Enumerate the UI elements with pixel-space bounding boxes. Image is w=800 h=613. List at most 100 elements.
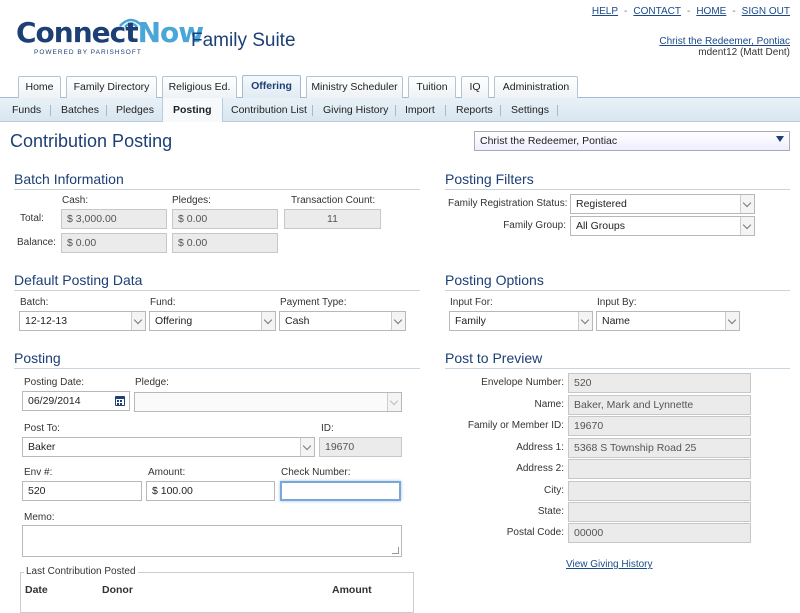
chevron-down-icon <box>740 217 754 235</box>
pledge-select[interactable] <box>134 392 402 412</box>
tab-tuition[interactable]: Tuition <box>408 76 456 98</box>
resize-grip-icon[interactable] <box>392 547 399 554</box>
total-cash-field: $ 3,000.00 <box>61 209 167 229</box>
post-to-select[interactable]: Baker <box>22 437 315 457</box>
calendar-icon[interactable] <box>115 396 125 406</box>
tab-family-directory[interactable]: Family Directory <box>66 76 157 98</box>
subtab-import[interactable]: Import <box>405 98 435 122</box>
pledge-label: Pledge: <box>135 377 169 388</box>
balance-pledges-field: $ 0.00 <box>172 233 278 253</box>
logo-wordmark: ConnectNow <box>16 16 204 49</box>
member-id-label: Family or Member ID: <box>467 420 564 431</box>
fund-select[interactable]: Offering <box>149 311 276 331</box>
post-to-label: Post To: <box>24 423 60 434</box>
total-pledges-field: $ 0.00 <box>172 209 278 229</box>
top-links: HELP - CONTACT - HOME - SIGN OUT <box>591 6 790 17</box>
connectnow-logo[interactable]: ConnectNow POWERED BY PARISHSOFT <box>16 12 204 60</box>
app-header: ConnectNow POWERED BY PARISHSOFT Family … <box>0 0 800 72</box>
address1-field: 5368 S Township Road 25 <box>568 438 751 458</box>
pledges-column-label: Pledges: <box>172 195 211 206</box>
logo-subtitle: POWERED BY PARISHSOFT <box>34 49 142 56</box>
post-to-preview-heading: Post to Preview <box>445 350 790 369</box>
preview-member-id-field: 19670 <box>568 416 751 436</box>
donor-column-header: Donor <box>102 584 133 596</box>
postal-code-label: Postal Code: <box>506 527 564 538</box>
chevron-down-icon <box>776 136 784 142</box>
env-number-input[interactable]: 520 <box>22 481 142 501</box>
total-row-label: Total: <box>20 213 44 224</box>
fund-label: Fund: <box>150 297 176 308</box>
input-for-select[interactable]: Family <box>449 311 593 331</box>
envelope-number-label: Envelope Number: <box>481 377 564 388</box>
parish-select[interactable]: Christ the Redeemer, Pontiac <box>474 131 790 151</box>
memo-textarea[interactable] <box>22 525 402 557</box>
cash-column-label: Cash: <box>62 195 89 206</box>
subtab-posting[interactable]: Posting <box>162 98 223 122</box>
current-user: mdent12 (Matt Dent) <box>698 47 790 58</box>
sign-out-link[interactable]: SIGN OUT <box>742 6 790 17</box>
payment-type-select[interactable]: Cash <box>279 311 406 331</box>
balance-cash-field: $ 0.00 <box>61 233 167 253</box>
subtab-batches[interactable]: Batches <box>61 98 99 122</box>
subtab-reports[interactable]: Reports <box>456 98 493 122</box>
help-link[interactable]: HELP <box>592 6 618 17</box>
date-column-header: Date <box>25 584 48 596</box>
batch-label: Batch: <box>20 297 49 308</box>
posting-options-heading: Posting Options <box>445 272 790 291</box>
subtab-funds[interactable]: Funds <box>12 98 41 122</box>
chevron-down-icon <box>578 312 592 330</box>
parish-link[interactable]: Christ the Redeemer, Pontiac <box>659 36 790 47</box>
name-field: Baker, Mark and Lynnette <box>568 395 751 415</box>
amount-label: Amount: <box>148 467 186 478</box>
registration-status-label: Family Registration Status: <box>448 198 568 209</box>
home-link[interactable]: HOME <box>696 6 726 17</box>
posting-date-label: Posting Date: <box>24 377 85 388</box>
address1-label: Address 1: <box>516 442 564 453</box>
tab-iq[interactable]: IQ <box>461 76 489 98</box>
address2-field <box>568 459 751 479</box>
check-number-label: Check Number: <box>281 467 351 478</box>
state-field <box>568 502 751 522</box>
tab-administration[interactable]: Administration <box>494 76 578 98</box>
city-field <box>568 481 751 501</box>
suite-title: Family Suite <box>191 30 296 51</box>
default-posting-heading: Default Posting Data <box>14 272 420 291</box>
amount-column-header: Amount <box>332 584 372 596</box>
check-number-input[interactable] <box>280 481 401 501</box>
tab-religious-ed[interactable]: Religious Ed. <box>162 76 237 98</box>
posting-date-input[interactable]: 06/29/2014 <box>22 391 130 411</box>
contact-link[interactable]: CONTACT <box>633 6 681 17</box>
chevron-down-icon <box>261 312 275 330</box>
family-group-select[interactable]: All Groups <box>570 216 755 236</box>
chevron-down-icon <box>391 312 405 330</box>
input-by-select[interactable]: Name <box>596 311 740 331</box>
subtab-pledges[interactable]: Pledges <box>116 98 154 122</box>
sub-nav-tabs: Funds Batches Pledges Posting Contributi… <box>0 98 800 122</box>
tab-ministry-scheduler[interactable]: Ministry Scheduler <box>306 76 403 98</box>
registration-status-select[interactable]: Registered <box>570 194 755 214</box>
batch-select[interactable]: 12-12-13 <box>19 311 146 331</box>
chevron-down-icon <box>300 438 314 456</box>
input-by-label: Input By: <box>597 297 637 308</box>
tab-home[interactable]: Home <box>18 76 61 98</box>
transaction-count-label: Transaction Count: <box>291 195 376 206</box>
view-giving-history-link[interactable]: View Giving History <box>566 559 653 570</box>
subtab-contribution-list[interactable]: Contribution List <box>231 98 307 122</box>
address2-label: Address 2: <box>516 463 564 474</box>
env-number-label: Env #: <box>24 467 53 478</box>
subtab-settings[interactable]: Settings <box>511 98 549 122</box>
envelope-number-field: 520 <box>568 373 751 393</box>
family-group-label: Family Group: <box>503 220 566 231</box>
subtab-giving-history[interactable]: Giving History <box>323 98 388 122</box>
page-title: Contribution Posting <box>10 131 173 151</box>
tab-offering[interactable]: Offering <box>242 75 301 99</box>
state-label: State: <box>537 506 564 517</box>
id-label: ID: <box>321 423 334 434</box>
chevron-down-icon <box>740 195 754 213</box>
memo-label: Memo: <box>24 512 55 523</box>
posting-filters-heading: Posting Filters <box>445 171 790 190</box>
main-nav-tabs: Home Family Directory Religious Ed. Offe… <box>0 74 800 99</box>
posting-heading: Posting <box>14 350 420 369</box>
batch-information-heading: Batch Information <box>14 171 420 190</box>
amount-input[interactable]: $ 100.00 <box>146 481 275 501</box>
